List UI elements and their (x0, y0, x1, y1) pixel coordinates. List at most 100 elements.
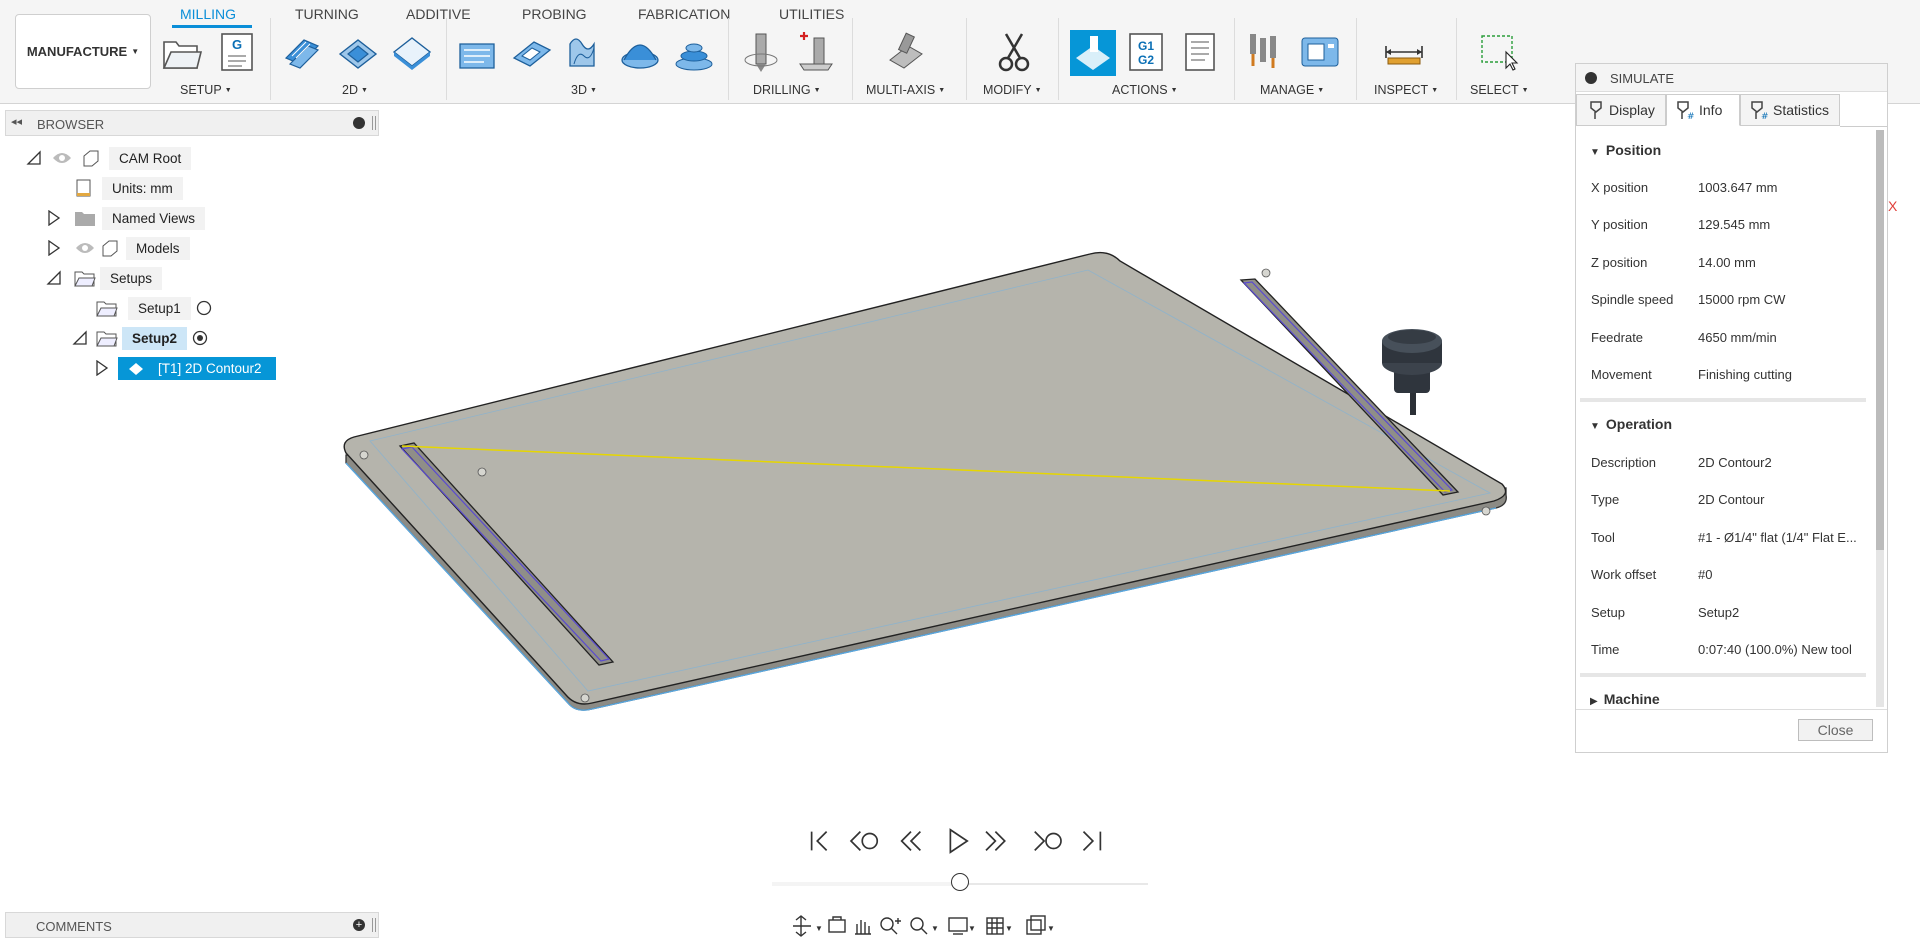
chevron-down-icon[interactable]: ▼ (1047, 924, 1055, 933)
tree-item-cam-root[interactable]: CAM Root (26, 145, 192, 171)
tab-utilities[interactable]: UTILITIES (779, 6, 844, 22)
expanded-arrow-icon[interactable] (46, 270, 62, 286)
3d-contour-icon[interactable] (672, 30, 716, 74)
tree-item-setups[interactable]: Setups (46, 265, 163, 291)
go-to-start-icon[interactable] (810, 831, 828, 851)
tree-item-setup1[interactable]: Setup1 (96, 295, 213, 321)
machine-library-icon[interactable] (1298, 30, 1342, 74)
group-3d[interactable]: 3D ▼ (571, 83, 597, 97)
tree-item-models[interactable]: Models (46, 235, 190, 261)
group-drilling[interactable]: DRILLING ▼ (753, 83, 821, 97)
multi-axis-icon[interactable] (884, 30, 928, 74)
setup-icon[interactable] (160, 30, 204, 74)
timeline-slider-handle[interactable] (951, 873, 969, 891)
3d-viewport[interactable] (330, 225, 1530, 725)
stock-plate[interactable] (343, 251, 1507, 705)
active-setup-radio-icon[interactable] (191, 329, 209, 347)
chevron-down-icon[interactable]: ▼ (1005, 924, 1013, 933)
setup-sheet-icon[interactable] (1178, 30, 1222, 74)
chevron-down-icon: ▼ (1170, 87, 1178, 94)
3d-pocket-clearing-icon[interactable] (510, 30, 554, 74)
display-settings-icon[interactable] (948, 917, 968, 935)
minimize-icon[interactable] (353, 117, 365, 129)
tab-statistics[interactable]: # Statistics (1740, 94, 1840, 126)
minimize-icon[interactable] (1585, 72, 1597, 84)
collapsed-arrow-icon[interactable] (46, 240, 62, 256)
go-to-end-icon[interactable] (1082, 831, 1102, 851)
tab-probing[interactable]: PROBING (522, 6, 587, 22)
tree-item-named-views[interactable]: Named Views (46, 205, 206, 231)
viewcube-x-axis-label[interactable]: X (1888, 198, 1897, 214)
close-button[interactable]: Close (1798, 719, 1873, 741)
tree-item-units[interactable]: Units: mm (74, 175, 183, 201)
scrollbar-thumb[interactable] (1876, 130, 1884, 550)
play-icon[interactable] (949, 828, 969, 854)
group-multi-axis[interactable]: MULTI-AXIS ▼ (866, 83, 945, 97)
eye-icon[interactable] (74, 240, 96, 256)
collapsed-arrow-icon[interactable] (46, 210, 62, 226)
3d-parallel-icon[interactable] (564, 30, 608, 74)
nc-program-icon[interactable]: G (214, 30, 258, 74)
2d-contour-icon[interactable] (390, 30, 434, 74)
expanded-arrow-icon[interactable] (26, 150, 42, 166)
simulate-icon[interactable] (1070, 30, 1116, 76)
group-actions[interactable]: ACTIONS ▼ (1112, 83, 1178, 97)
group-inspect[interactable]: INSPECT ▼ (1374, 83, 1438, 97)
step-back-icon[interactable] (900, 831, 921, 851)
viewports-icon[interactable] (1026, 915, 1046, 935)
chevron-down-icon[interactable]: ▼ (968, 924, 976, 933)
eye-icon[interactable] (51, 150, 73, 166)
group-manage[interactable]: MANAGE ▼ (1260, 83, 1324, 97)
group-modify[interactable]: MODIFY ▼ (983, 83, 1042, 97)
next-operation-icon[interactable] (1034, 831, 1062, 851)
2d-pocket-icon[interactable] (336, 30, 380, 74)
tree-item-2d-contour2[interactable]: [T1] 2D Contour2 (94, 355, 276, 381)
measure-icon[interactable] (1382, 30, 1426, 74)
cutting-tool[interactable] (1382, 329, 1442, 415)
previous-operation-icon[interactable] (849, 831, 879, 851)
group-setup[interactable]: SETUP ▼ (180, 83, 232, 97)
comments-panel-header[interactable]: COMMENTS + (5, 912, 379, 938)
workspace-switcher[interactable]: MANUFACTURE ▼ (15, 14, 151, 89)
tab-turning[interactable]: TURNING (295, 6, 359, 22)
collapsed-arrow-icon[interactable] (94, 360, 110, 376)
expanded-arrow-icon[interactable] (72, 330, 88, 346)
nc-program-letter: G (232, 37, 242, 52)
panel-scrollbar[interactable] (1876, 130, 1884, 707)
drill-icon[interactable] (740, 30, 784, 74)
pan-icon[interactable] (855, 920, 871, 935)
panel-grip-icon[interactable] (372, 918, 376, 932)
probe-drill-icon[interactable] (794, 30, 838, 74)
component-icon (102, 240, 118, 257)
group-2d[interactable]: 2D ▼ (342, 83, 368, 97)
zoom-icon[interactable] (880, 917, 901, 935)
scissors-icon[interactable] (992, 30, 1036, 74)
tab-additive[interactable]: ADDITIVE (406, 6, 471, 22)
tab-info[interactable]: # Info (1666, 94, 1740, 126)
inactive-setup-radio-icon[interactable] (195, 299, 213, 317)
add-comment-icon[interactable]: + (353, 919, 365, 931)
collapse-panel-icon[interactable]: ◂◂ (11, 115, 22, 128)
tab-display[interactable]: Display (1576, 94, 1666, 126)
chevron-down-icon[interactable]: ▼ (931, 924, 939, 933)
fit-icon[interactable] (910, 917, 928, 935)
look-at-icon[interactable] (828, 916, 846, 933)
group-select[interactable]: SELECT ▼ (1470, 83, 1529, 97)
window-select-icon[interactable] (1476, 30, 1520, 74)
orbit-icon[interactable] (793, 915, 811, 937)
2d-adaptive-icon[interactable] (282, 30, 326, 74)
panel-grip-icon[interactable] (372, 116, 376, 130)
machine-section-header[interactable]: ▶ Machine (1590, 691, 1660, 707)
chevron-down-icon[interactable]: ▼ (815, 924, 823, 933)
grid-icon[interactable] (986, 917, 1004, 935)
3d-scallop-icon[interactable] (618, 30, 662, 74)
position-section-header[interactable]: ▼ Position (1590, 142, 1661, 158)
operation-section-header[interactable]: ▼ Operation (1590, 416, 1672, 432)
tool-library-icon[interactable] (1244, 30, 1288, 74)
tab-fabrication[interactable]: FABRICATION (638, 6, 730, 22)
step-forward-icon[interactable] (985, 831, 1006, 851)
tab-milling[interactable]: MILLING (180, 6, 236, 22)
3d-adaptive-icon[interactable] (456, 30, 500, 74)
post-process-icon[interactable]: G1 G2 (1124, 30, 1168, 74)
tree-item-setup2[interactable]: Setup2 (72, 325, 209, 351)
